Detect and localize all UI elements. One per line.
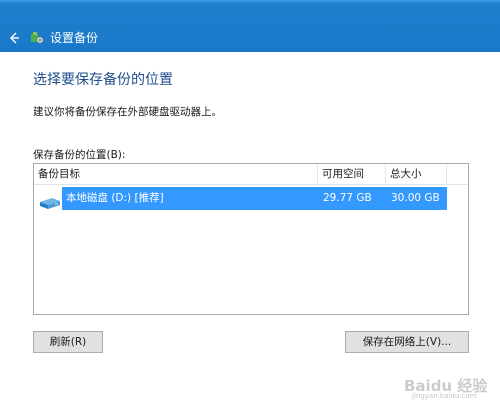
row-free-space: 29.77 GB [323, 192, 372, 204]
row-target: 本地磁盘 (D:) [推荐] [66, 192, 164, 204]
watermark-logo: Baidu 经验 jingyan.baidu.com [404, 375, 496, 401]
window-title: 设置备份 [50, 31, 99, 45]
title-bar: 设置备份 [0, 0, 500, 52]
hard-drive-icon [40, 198, 60, 209]
back-button[interactable] [4, 26, 24, 50]
watermark-url: jingyan.baidu.com [412, 392, 477, 400]
page-heading: 选择要保存备份的位置 [33, 72, 173, 88]
arrow-left-icon [10, 32, 19, 44]
column-header-target[interactable]: 备份目标 [34, 164, 317, 184]
refresh-button-label: 刷新(R) [49, 336, 87, 348]
backup-target-list[interactable]: 备份目标 可用空间 总大小 本地磁盘 (D:) [推荐] 29.77 GB 30… [33, 163, 469, 315]
title-bar-edge [0, 0, 500, 2]
column-header-total-size[interactable]: 总大小 [386, 164, 446, 184]
column-divider[interactable] [446, 164, 447, 184]
save-on-network-button[interactable]: 保存在网络上(V)... [345, 331, 469, 353]
save-on-network-button-label: 保存在网络上(V)... [362, 336, 452, 348]
list-item[interactable]: 本地磁盘 (D:) [推荐] 29.77 GB 30.00 GB [35, 187, 447, 210]
backup-location-label: 保存备份的位置(B): [33, 149, 126, 161]
column-header-free-space[interactable]: 可用空间 [318, 164, 385, 184]
list-header: 备份目标 可用空间 总大小 [34, 164, 468, 185]
refresh-button[interactable]: 刷新(R) [33, 331, 103, 353]
row-total-size: 30.00 GB [391, 192, 440, 204]
backup-settings-window: 设置备份 选择要保存备份的位置 建议你将备份保存在外部硬盘驱动器上。 保存备份的… [0, 0, 500, 403]
page-description: 建议你将备份保存在外部硬盘驱动器上。 [33, 106, 222, 118]
backup-settings-icon [31, 32, 44, 44]
